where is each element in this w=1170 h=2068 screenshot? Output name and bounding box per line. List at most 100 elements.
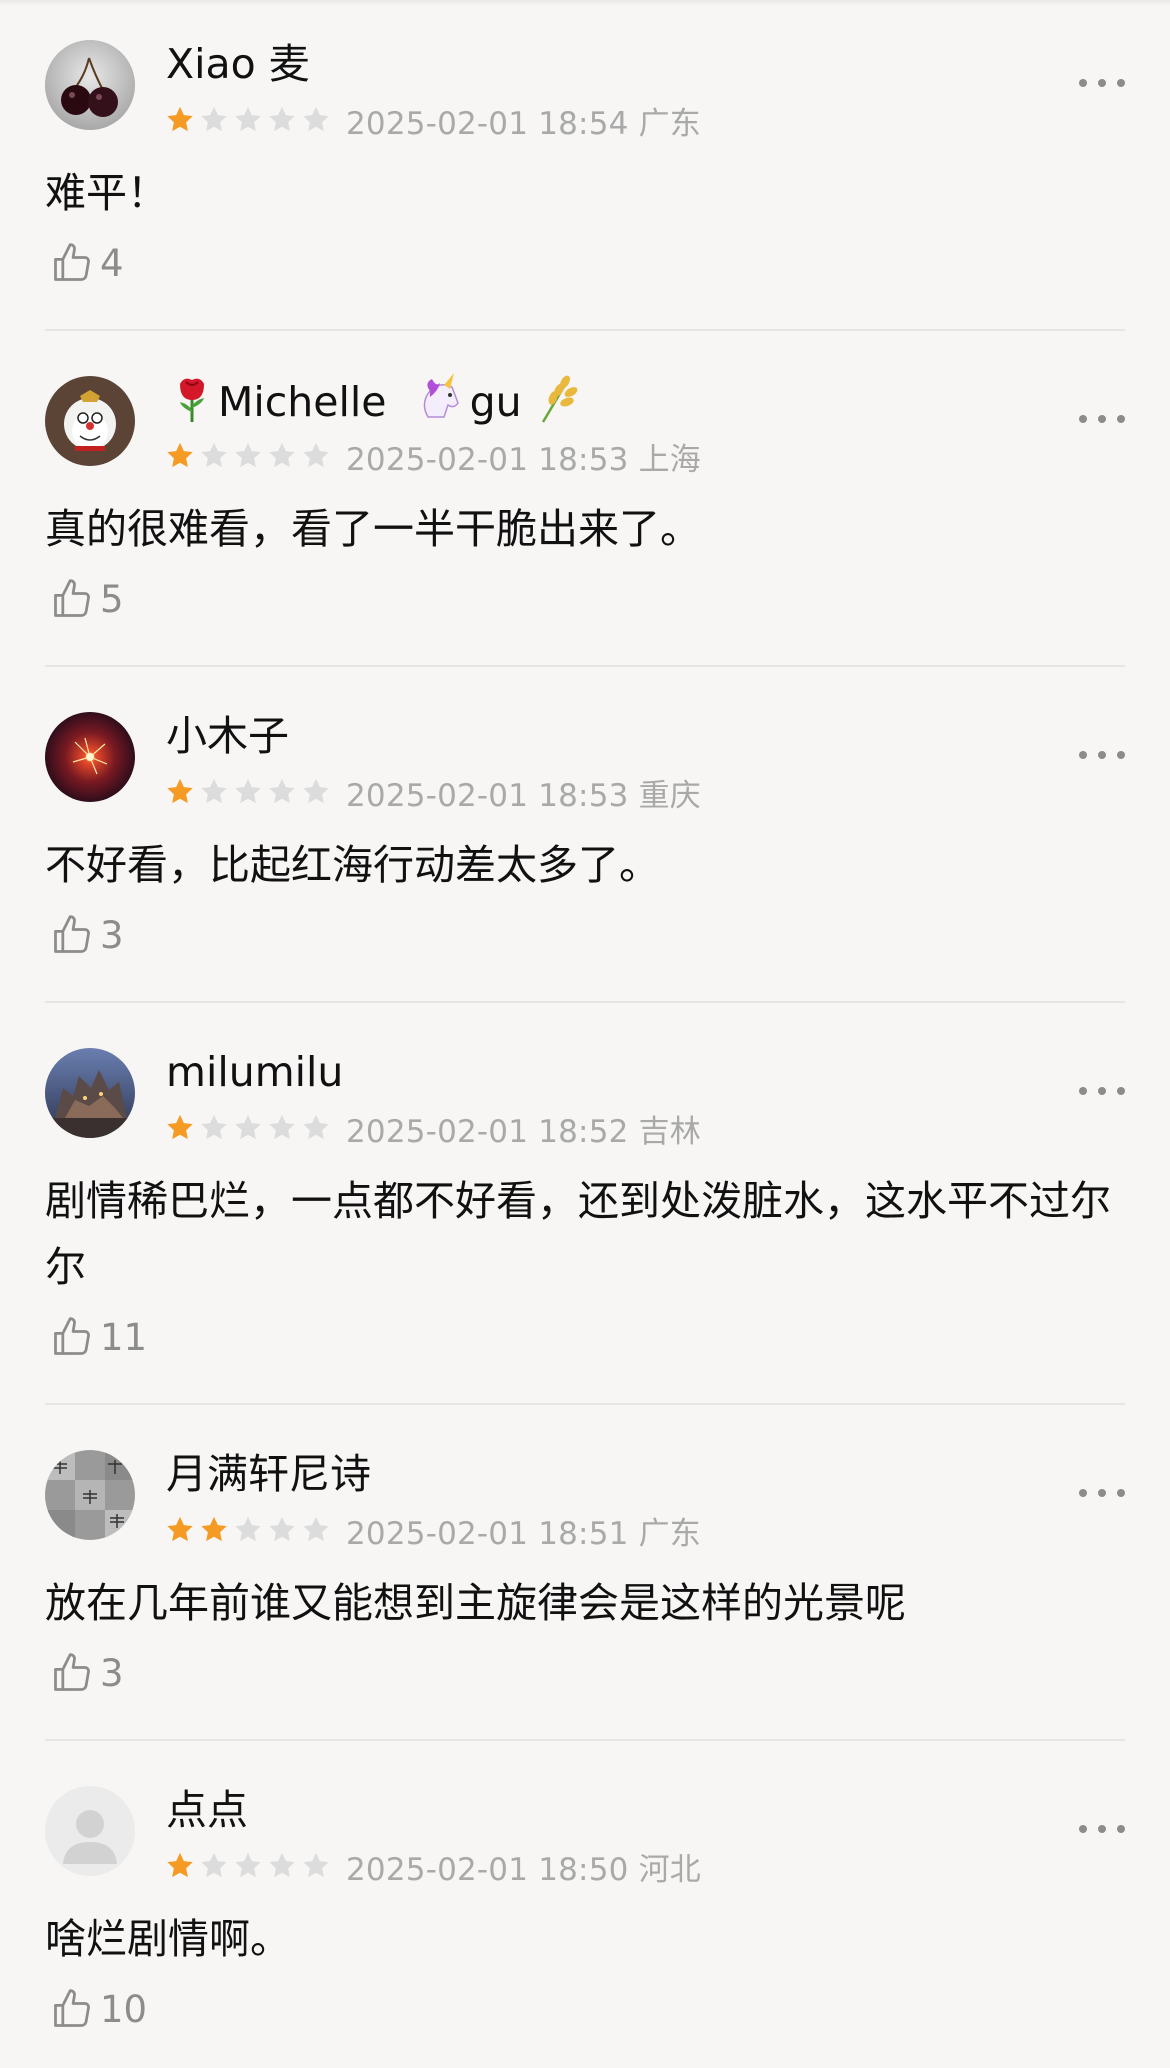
- star-empty-icon: [303, 106, 329, 132]
- rating-row: 2025-02-01 18:52 吉林: [164, 1108, 701, 1150]
- review-datetime: 2025-02-01 18:51 广东: [346, 1515, 701, 1552]
- user-avatar[interactable]: [45, 712, 135, 802]
- review-content: 真的很难看，看了一半干脆出来了。: [45, 505, 701, 553]
- rating-row: 2025-02-01 18:50 河北: [164, 1846, 701, 1888]
- more-options-button[interactable]: [1079, 1480, 1125, 1506]
- review-content: 不好看，比起红海行动差太多了。: [45, 841, 660, 889]
- star-empty-icon: [303, 442, 329, 468]
- review-content: 剧情稀巴烂，一点都不好看，还到处泼脏水，这水平不过尔尔: [45, 1177, 1111, 1291]
- star-filled-icon: [167, 106, 193, 132]
- star-empty-icon: [303, 1516, 329, 1542]
- review-content: 放在几年前谁又能想到主旋律会是这样的光景呢: [45, 1579, 906, 1627]
- star-empty-icon: [269, 106, 295, 132]
- username-text: milumilu: [166, 1048, 344, 1096]
- star-empty-icon: [201, 442, 227, 468]
- more-options-button[interactable]: [1079, 406, 1125, 432]
- review-content: 啥烂剧情啊。: [45, 1915, 291, 1963]
- like-button[interactable]: 10: [50, 1984, 147, 2034]
- more-options-button[interactable]: [1079, 70, 1125, 96]
- like-count: 4: [100, 241, 124, 285]
- more-options-button[interactable]: [1079, 742, 1125, 768]
- rating-row: 2025-02-01 18:54 广东: [164, 100, 701, 142]
- review-location: 广东: [638, 1515, 701, 1552]
- review-item: 月满轩尼诗 2025-02-01 18:51 广东 放在几年前谁又能想到主旋律会是…: [0, 1410, 1170, 1746]
- divider: [45, 1739, 1125, 1741]
- star-empty-icon: [201, 1852, 227, 1878]
- like-button[interactable]: 5: [50, 574, 124, 624]
- thumbs-up-icon: [54, 915, 90, 953]
- review-datetime: 2025-02-01 18:53 上海: [346, 441, 701, 478]
- star-empty-icon: [269, 1114, 295, 1140]
- star-empty-icon: [201, 1114, 227, 1140]
- more-options-button[interactable]: [1079, 1816, 1125, 1842]
- like-count: 3: [100, 1651, 124, 1695]
- star-empty-icon: [201, 778, 227, 804]
- like-button[interactable]: 3: [50, 910, 124, 960]
- user-avatar[interactable]: [45, 1786, 135, 1876]
- star-empty-icon: [235, 106, 261, 132]
- star-filled-icon: [167, 778, 193, 804]
- star-empty-icon: [235, 442, 261, 468]
- star-rating: [164, 1850, 332, 1882]
- username[interactable]: Michelle gu: [166, 372, 585, 438]
- review-datetime: 2025-02-01 18:52 吉林: [346, 1113, 701, 1150]
- thumbs-up-icon: [54, 243, 90, 281]
- star-empty-icon: [303, 778, 329, 804]
- star-filled-icon: [201, 1516, 227, 1542]
- divider: [45, 665, 1125, 667]
- like-count: 10: [100, 1987, 148, 2031]
- review-item: Xiao 麦 2025-02-01 18:54 广东 难平！ 4: [0, 0, 1170, 336]
- review-item: 小木子 2025-02-01 18:53 重庆 不好看，比起红海行动差太多了。 3: [0, 672, 1170, 1008]
- star-empty-icon: [303, 1114, 329, 1140]
- star-filled-icon: [167, 1114, 193, 1140]
- review-item: 点点 2025-02-01 18:50 河北 啥烂剧情啊。 10: [0, 1746, 1170, 2068]
- more-options-button[interactable]: [1079, 1078, 1125, 1104]
- star-empty-icon: [235, 1516, 261, 1542]
- user-avatar[interactable]: [45, 1048, 135, 1138]
- user-avatar[interactable]: [45, 1450, 135, 1540]
- star-empty-icon: [269, 442, 295, 468]
- rating-row: 2025-02-01 18:53 重庆: [164, 772, 701, 814]
- like-button[interactable]: 4: [50, 238, 124, 288]
- like-button[interactable]: 3: [50, 1648, 124, 1698]
- like-count: 11: [100, 1315, 148, 1359]
- username[interactable]: Xiao 麦: [166, 36, 310, 92]
- star-empty-icon: [269, 1852, 295, 1878]
- username[interactable]: 月满轩尼诗: [166, 1446, 371, 1502]
- star-filled-icon: [167, 1852, 193, 1878]
- like-count: 3: [100, 913, 124, 957]
- like-button[interactable]: 11: [50, 1312, 147, 1362]
- divider: [45, 1403, 1125, 1405]
- star-empty-icon: [201, 106, 227, 132]
- username[interactable]: milumilu: [166, 1044, 343, 1100]
- username[interactable]: 小木子: [166, 708, 289, 764]
- star-rating: [164, 776, 332, 808]
- rating-row: 2025-02-01 18:53 上海: [164, 436, 701, 478]
- thumbs-up-icon: [54, 1317, 90, 1355]
- review-item: milumilu 2025-02-01 18:52 吉林 剧情稀巴烂，一点都不好看…: [0, 1008, 1170, 1410]
- review-location: 重庆: [638, 777, 701, 814]
- unicorn-icon: [414, 373, 466, 437]
- thumbs-up-icon: [54, 1989, 90, 2027]
- username-suffix: gu: [469, 378, 522, 426]
- review-datetime: 2025-02-01 18:50 河北: [346, 1851, 701, 1888]
- rose-icon: [170, 372, 214, 438]
- star-empty-icon: [235, 778, 261, 804]
- rice-icon: [535, 372, 581, 438]
- divider: [45, 1001, 1125, 1003]
- star-filled-icon: [167, 442, 193, 468]
- star-rating: [164, 1112, 332, 1144]
- username[interactable]: 点点: [166, 1782, 248, 1838]
- thumbs-up-icon: [54, 1653, 90, 1691]
- review-content: 难平！: [45, 169, 168, 217]
- user-avatar[interactable]: [45, 376, 135, 466]
- username-text: 小木子: [166, 712, 289, 760]
- star-empty-icon: [235, 1114, 261, 1140]
- review-location: 河北: [638, 1851, 701, 1888]
- star-rating: [164, 440, 332, 472]
- star-empty-icon: [269, 1516, 295, 1542]
- star-rating: [164, 1514, 332, 1546]
- star-rating: [164, 104, 332, 136]
- username-text: Michelle: [218, 378, 387, 426]
- user-avatar[interactable]: [45, 40, 135, 130]
